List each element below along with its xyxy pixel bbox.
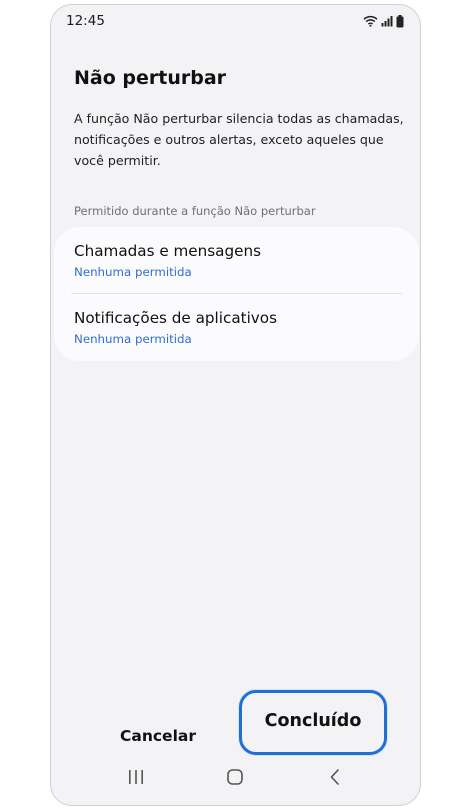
- app-notifications-status: Nenhuma permitida: [74, 332, 192, 346]
- home-button[interactable]: [215, 762, 255, 792]
- card-divider: [71, 293, 402, 294]
- status-time: 12:45: [66, 13, 105, 29]
- calls-and-messages-item[interactable]: Chamadas e mensagens Nenhuma permitida: [74, 241, 404, 280]
- page-title: Não perturbar: [74, 67, 227, 89]
- app-notifications-title: Notificações de aplicativos: [74, 309, 277, 327]
- home-icon: [227, 769, 244, 785]
- back-button[interactable]: [315, 762, 355, 792]
- back-icon: [330, 769, 339, 785]
- calls-and-messages-title: Chamadas e mensagens: [74, 242, 262, 260]
- cancel-button[interactable]: Cancelar: [103, 721, 213, 751]
- done-button[interactable]: Concluído: [242, 693, 384, 752]
- recent-apps-icon: [128, 770, 143, 784]
- wifi-icon: [363, 15, 378, 27]
- permissions-card: Chamadas e mensagens Nenhuma permitida N…: [54, 227, 419, 361]
- done-button-highlight: Concluído: [239, 690, 387, 755]
- app-notifications-item[interactable]: Notificações de aplicativos Nenhuma perm…: [74, 308, 404, 347]
- section-header: Permitido durante a função Não perturbar: [74, 204, 316, 218]
- description-text: A função Não perturbar silencia todas as…: [74, 111, 404, 168]
- calls-and-messages-status: Nenhuma permitida: [74, 265, 192, 279]
- navigation-bar: [51, 755, 420, 805]
- recent-apps-button[interactable]: [116, 762, 156, 792]
- battery-icon: [396, 14, 404, 27]
- signal-icon: [381, 16, 393, 27]
- status-icons: [363, 14, 404, 28]
- phone-screen: 12:45 Não perturbar A função Não perturb…: [50, 4, 421, 806]
- status-bar: 12:45: [51, 5, 420, 37]
